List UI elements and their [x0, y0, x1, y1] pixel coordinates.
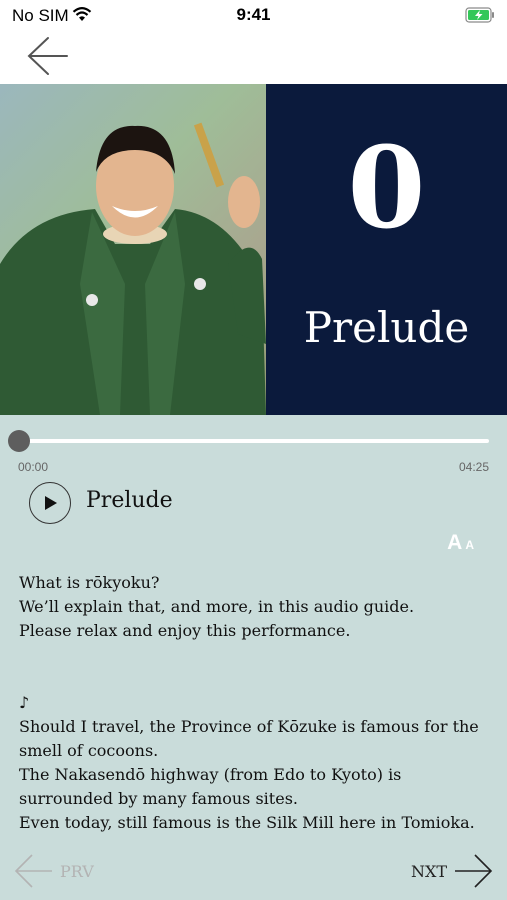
previous-button[interactable]: PRV	[14, 853, 94, 894]
audio-player: 00:00 04:25 Prelude	[0, 415, 507, 545]
chapter-title: Prelude	[303, 303, 470, 352]
status-bar: No SIM 9:41	[0, 0, 507, 32]
left-arrow-icon	[14, 854, 52, 888]
lyrics-line: What is rōkyoku?	[19, 573, 160, 592]
battery-charging-icon	[465, 7, 494, 23]
play-button[interactable]	[29, 482, 71, 524]
play-icon	[45, 496, 57, 510]
lyrics-text: What is rōkyoku? We’ll explain that, and…	[19, 571, 494, 835]
lyrics-line: Even today, still famous is the Silk Mil…	[19, 813, 475, 832]
lyrics-line: Please relax and enjoy this performance.	[19, 621, 351, 640]
font-size-toggle[interactable]: AA	[447, 531, 474, 555]
nav-bar	[0, 32, 507, 84]
clock: 9:41	[236, 5, 271, 24]
track-title: Prelude	[86, 488, 173, 513]
music-note-icon: ♪	[19, 693, 30, 712]
progress-thumb[interactable]	[8, 430, 30, 452]
chapter-navigation: PRV NXT	[0, 845, 507, 900]
lyrics-line: The Nakasendō highway (from Edo to Kyoto…	[19, 765, 402, 808]
hero-banner: 0 Prelude	[0, 84, 507, 415]
chapter-number: 0	[347, 123, 426, 254]
font-size-large-label: A	[447, 531, 463, 554]
next-button[interactable]: NXT	[411, 853, 493, 889]
lyrics-line: Should I travel, the Province of Kōzuke …	[19, 717, 479, 760]
right-arrow-icon	[455, 854, 493, 888]
next-label: NXT	[411, 862, 448, 881]
previous-label: PRV	[60, 862, 94, 881]
lyrics-line: We’ll explain that, and more, in this au…	[19, 597, 415, 616]
elapsed-time: 00:00	[18, 460, 49, 474]
total-duration: 04:25	[458, 460, 489, 474]
performer-photo	[0, 84, 266, 415]
back-arrow-icon[interactable]	[26, 36, 68, 76]
progress-track[interactable]	[20, 439, 489, 443]
font-size-small-label: A	[465, 538, 474, 552]
chapter-panel: 0 Prelude	[266, 84, 507, 415]
